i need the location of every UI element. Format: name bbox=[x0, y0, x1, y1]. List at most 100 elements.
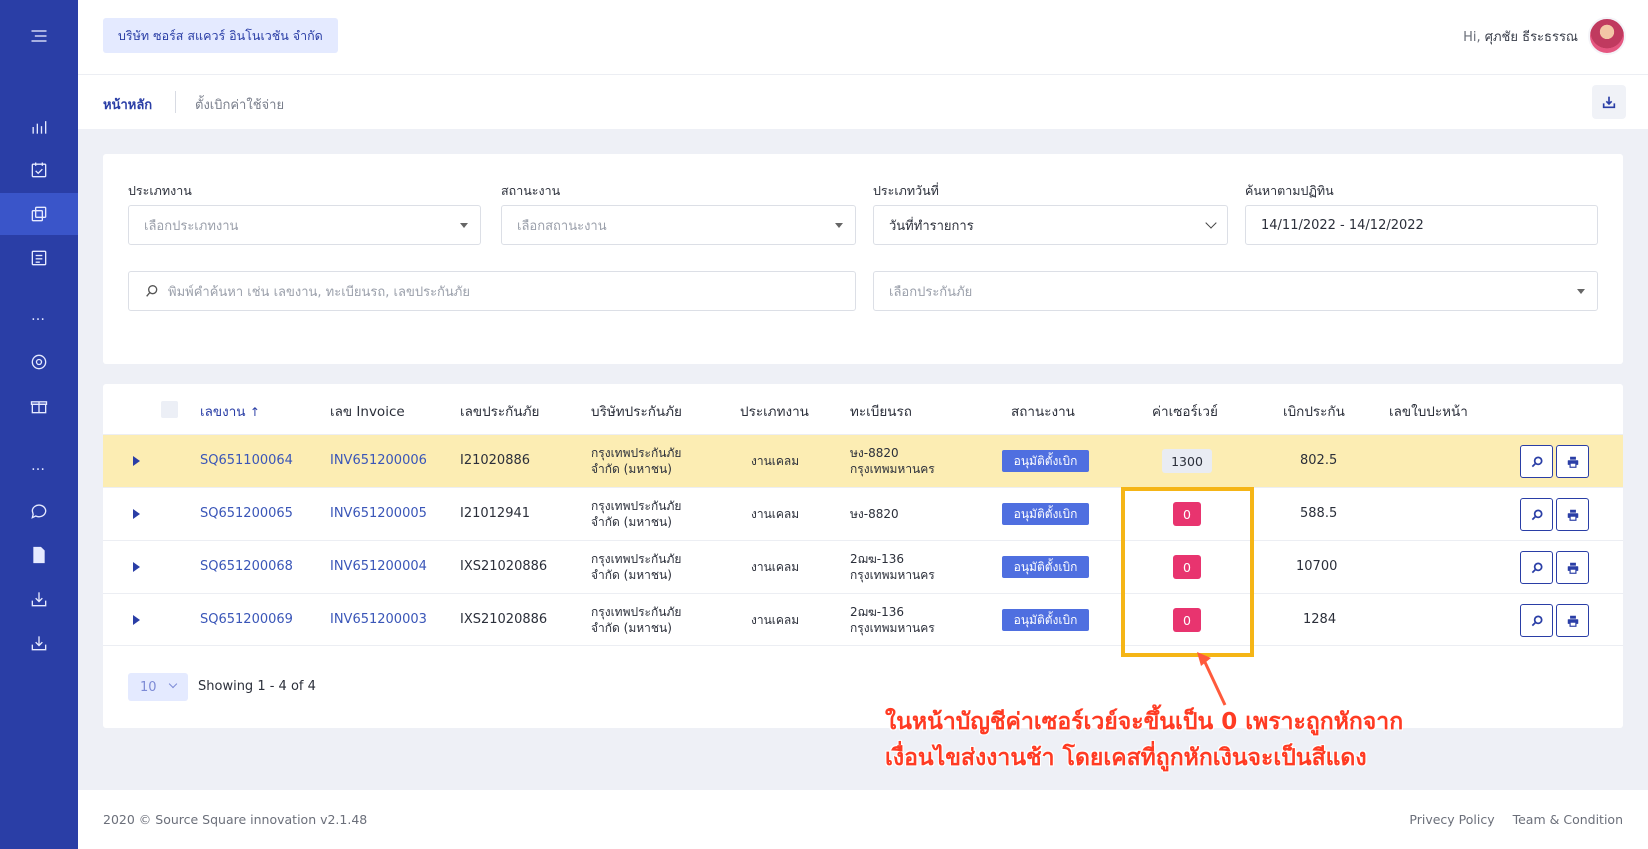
footer-links: Privecy Policy Team & Condition bbox=[1409, 812, 1623, 827]
expand-row-icon[interactable] bbox=[133, 456, 140, 466]
invoice-link[interactable]: INV651200003 bbox=[330, 612, 427, 627]
col-job-no[interactable]: เลขงาน ↑ bbox=[200, 400, 260, 422]
expand-row-icon[interactable] bbox=[133, 562, 140, 572]
footer: 2020 © Source Square innovation v2.1.48 … bbox=[78, 790, 1648, 849]
search-icon bbox=[1531, 508, 1543, 520]
sort-up-arrow-icon: ↑ bbox=[249, 405, 260, 419]
print-button[interactable] bbox=[1556, 551, 1589, 584]
invoice-link[interactable]: INV651200004 bbox=[330, 559, 427, 574]
job-type: งานเคลม bbox=[751, 613, 800, 627]
job-status-select[interactable]: เลือกสถานะงาน bbox=[501, 205, 856, 245]
menu-toggle-icon[interactable] bbox=[0, 15, 78, 57]
plate-line-1: ษง-8820 bbox=[850, 446, 899, 460]
col-policy: เลขประกันภัย bbox=[460, 404, 540, 420]
view-detail-button[interactable] bbox=[1520, 498, 1553, 531]
job-type-select[interactable]: เลือกประเภทงาน bbox=[128, 205, 481, 245]
avatar[interactable] bbox=[1588, 17, 1626, 55]
view-detail-button[interactable] bbox=[1520, 445, 1553, 478]
table-row[interactable]: SQ651200069 INV651200003 IXS21020886 กรุ… bbox=[103, 593, 1623, 646]
date-type-label: ประเภทวันที่ bbox=[873, 183, 939, 198]
copyright-text: 2020 © Source Square innovation v2.1.48 bbox=[103, 812, 368, 827]
insurer-select[interactable]: เลือกประกันภัย bbox=[873, 271, 1598, 311]
table-row[interactable]: SQ651100064 INV651200006 I21020886 กรุงเ… bbox=[103, 434, 1623, 487]
job-no-link[interactable]: SQ651100064 bbox=[200, 453, 293, 468]
plate-line-1: 2ฌฆ-136 bbox=[850, 605, 905, 619]
print-button[interactable] bbox=[1556, 604, 1589, 637]
invoice-link[interactable]: INV651200006 bbox=[330, 453, 427, 468]
print-button[interactable] bbox=[1556, 445, 1589, 478]
job-status-label: สถานะงาน bbox=[501, 183, 561, 198]
terms-link[interactable]: Team & Condition bbox=[1513, 812, 1623, 827]
caret-down-icon bbox=[1577, 289, 1585, 294]
status-badge: อนุมัติตั้งเบิก bbox=[1002, 450, 1089, 472]
company-name[interactable]: บริษัท ซอร์ส สแควร์ อินโนเวชัน จำกัด bbox=[103, 18, 338, 53]
list-document-icon[interactable] bbox=[0, 237, 78, 279]
copy-documents-icon[interactable] bbox=[0, 193, 78, 235]
job-type-label: ประเภทงาน bbox=[128, 183, 192, 198]
chevron-down-icon bbox=[1205, 217, 1217, 229]
search-input[interactable]: พิมพ์คำค้นหา เช่น เลขงาน, ทะเบียนรถ, เลข… bbox=[128, 271, 856, 311]
breadcrumb-current[interactable]: ตั้งเบิกค่าใช้จ่าย bbox=[195, 94, 284, 115]
dashboard-chart-icon[interactable] bbox=[0, 106, 78, 148]
status-badge: อนุมัติตั้งเบิก bbox=[1002, 556, 1089, 578]
download-tray-icon[interactable] bbox=[0, 578, 78, 620]
page-size-select[interactable]: 10 bbox=[128, 673, 188, 701]
user-name[interactable]: ศุภชัย ธีระธรรณ bbox=[1485, 30, 1578, 45]
chat-icon[interactable] bbox=[0, 490, 78, 532]
col-status: สถานะงาน bbox=[1011, 404, 1075, 420]
plate-no: 2ฌฆ-136 กรุงเทพมหานคร bbox=[850, 604, 935, 636]
filter-panel: ประเภทงาน เลือกประเภทงาน สถานะงาน เลือกส… bbox=[103, 154, 1623, 364]
expand-row-icon[interactable] bbox=[133, 615, 140, 625]
status-badge: อนุมัติตั้งเบิก bbox=[1002, 609, 1089, 631]
printer-icon bbox=[1567, 615, 1578, 627]
insurer-line-1: กรุงเทพประกันภัย bbox=[591, 552, 682, 566]
plate-no: ษง-8820 กรุงเทพมหานคร bbox=[850, 445, 935, 477]
policy-no: I21012941 bbox=[460, 506, 531, 521]
print-button[interactable] bbox=[1556, 498, 1589, 531]
printer-icon bbox=[1567, 456, 1578, 468]
annotation-line-1: ในหน้าบัญชีค่าเซอร์เวย์จะขึ้นเป็น 0 เพรา… bbox=[885, 709, 1404, 735]
expand-row-icon[interactable] bbox=[133, 509, 140, 519]
insurer-name: กรุงเทพประกันภัย จำกัด (มหาชน) bbox=[591, 604, 681, 636]
insurer-placeholder: เลือกประกันภัย bbox=[889, 284, 973, 300]
gift-icon[interactable] bbox=[0, 385, 78, 427]
caret-down-icon bbox=[460, 223, 468, 228]
table-row[interactable]: SQ651200065 INV651200005 I21012941 กรุงเ… bbox=[103, 487, 1623, 540]
more-dots-icon: … bbox=[31, 308, 47, 324]
view-detail-button[interactable] bbox=[1520, 551, 1553, 584]
search-icon bbox=[1531, 455, 1543, 467]
download-tray-icon-2[interactable] bbox=[0, 622, 78, 664]
insurer-line-2: จำกัด (มหาชน) bbox=[591, 568, 672, 582]
insurer-line-2: จำกัด (มหาชน) bbox=[591, 621, 672, 635]
privacy-policy-link[interactable]: Privecy Policy bbox=[1409, 812, 1494, 827]
col-job-no-label: เลขงาน bbox=[200, 404, 246, 420]
invoice-link[interactable]: INV651200005 bbox=[330, 506, 427, 521]
printer-icon bbox=[1567, 509, 1578, 521]
job-no-link[interactable]: SQ651200065 bbox=[200, 506, 293, 521]
survey-fee-badge: 1300 bbox=[1162, 449, 1212, 473]
settings-gear-icon[interactable] bbox=[0, 341, 78, 383]
sidebar: … … bbox=[0, 0, 78, 849]
date-range-input[interactable]: 14/11/2022 - 14/12/2022 bbox=[1245, 205, 1598, 245]
select-all-checkbox[interactable] bbox=[161, 401, 178, 418]
export-download-button[interactable] bbox=[1592, 85, 1626, 119]
claim-amount: 588.5 bbox=[1300, 506, 1338, 521]
job-type-placeholder: เลือกประเภทงาน bbox=[144, 218, 239, 234]
calendar-check-icon[interactable] bbox=[0, 149, 78, 191]
file-icon[interactable] bbox=[0, 534, 78, 576]
plate-no: 2ฌฆ-136 กรุงเทพมหานคร bbox=[850, 551, 935, 583]
plate-line-2: กรุงเทพมหานคร bbox=[850, 462, 935, 476]
job-no-link[interactable]: SQ651200068 bbox=[200, 559, 293, 574]
table-row[interactable]: SQ651200068 INV651200004 IXS21020886 กรุ… bbox=[103, 540, 1623, 593]
breadcrumb-home[interactable]: หน้าหลัก bbox=[103, 94, 152, 115]
plate-line-2: กรุงเทพมหานคร bbox=[850, 621, 935, 635]
view-detail-button[interactable] bbox=[1520, 604, 1553, 637]
job-no-link[interactable]: SQ651200069 bbox=[200, 612, 293, 627]
job-status-placeholder: เลือกสถานะงาน bbox=[517, 218, 607, 234]
job-type: งานเคลม bbox=[751, 507, 800, 521]
plate-no: ษง-8820 bbox=[850, 506, 899, 522]
date-type-select[interactable]: วันที่ทำรายการ bbox=[873, 205, 1228, 245]
search-icon bbox=[1531, 614, 1543, 626]
annotation-note: ในหน้าบัญชีค่าเซอร์เวย์จะขึ้นเป็น 0 เพรา… bbox=[885, 704, 1403, 776]
plate-line-1: ษง-8820 bbox=[850, 507, 899, 521]
